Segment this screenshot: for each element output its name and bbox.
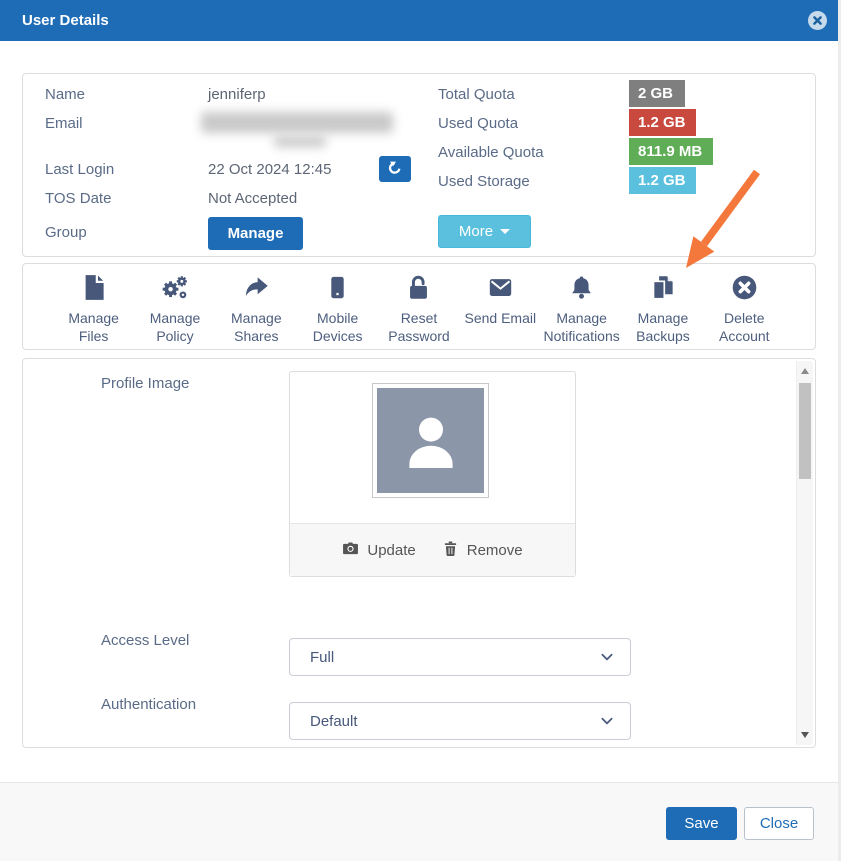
profile-image-label: Profile Image <box>101 375 189 392</box>
toolbar-item-label: Mobile Devices <box>297 309 378 345</box>
profile-image-actions: Update Remove <box>290 523 575 576</box>
chevron-down-icon <box>599 649 615 665</box>
refresh-last-login-button[interactable] <box>379 156 411 182</box>
toolbar-item-label: Reset Password <box>378 309 459 345</box>
copy-pages-icon <box>649 274 676 306</box>
profile-image-frame <box>372 383 489 498</box>
remove-button-label: Remove <box>467 542 523 559</box>
unlock-icon <box>405 274 432 306</box>
envelope-icon <box>487 274 514 306</box>
modal-header: User Details <box>0 0 841 41</box>
used-quota-badge: 1.2 GB <box>629 109 696 136</box>
more-dropdown-button[interactable]: More <box>438 215 531 248</box>
modal-footer: Save Close <box>0 782 841 861</box>
toolbar-item-label: Manage Backups <box>622 309 703 345</box>
file-icon <box>80 274 107 306</box>
remove-profile-image-button[interactable]: Remove <box>442 540 523 561</box>
authentication-label: Authentication <box>101 696 196 713</box>
toolbar-item-label: Send Email <box>465 309 537 327</box>
name-label: Name <box>45 86 85 103</box>
tos-date-label: TOS Date <box>45 190 111 207</box>
toolbar-item-mobile-devices[interactable]: Mobile Devices <box>297 274 378 345</box>
last-login-label: Last Login <box>45 161 114 178</box>
vertical-scrollbar[interactable] <box>796 361 813 745</box>
authentication-value: Default <box>310 713 358 730</box>
toolbar-item-label: Manage Policy <box>134 309 215 345</box>
total-quota-badge: 2 GB <box>629 80 685 107</box>
toolbar-item-manage-backups[interactable]: Manage Backups <box>622 274 703 345</box>
circle-x-icon <box>731 274 758 306</box>
email-value-redacted <box>201 112 393 133</box>
authentication-select[interactable]: Default <box>289 702 631 740</box>
manage-group-button[interactable]: Manage <box>208 217 303 250</box>
toolbar-item-manage-notifications[interactable]: Manage Notifications <box>541 274 622 345</box>
toolbar-item-manage-files[interactable]: Manage Files <box>53 274 134 345</box>
chevron-down-icon <box>599 713 615 729</box>
toolbar-item-label: Manage Notifications <box>541 309 622 345</box>
caret-down-icon <box>500 229 510 234</box>
user-actions-toolbar: Manage Files <box>22 263 816 350</box>
user-details-form-panel: Profile Image Update <box>22 358 816 748</box>
name-value: jenniferp <box>208 86 266 103</box>
toolbar-item-label: Manage Files <box>53 309 134 345</box>
scroll-down-icon[interactable] <box>801 732 809 738</box>
share-arrow-icon <box>243 274 270 306</box>
toolbar-item-send-email[interactable]: Send Email <box>460 274 541 327</box>
email-value-redacted-line2 <box>274 136 326 147</box>
used-storage-badge: 1.2 GB <box>629 167 696 194</box>
available-quota-badge: 811.9 MB <box>629 138 713 165</box>
profile-image-card: Update Remove <box>289 371 576 577</box>
rotate-left-icon <box>387 160 403 179</box>
close-icon[interactable] <box>808 11 827 30</box>
used-quota-label: Used Quota <box>438 115 518 132</box>
toolbar-item-manage-shares[interactable]: Manage Shares <box>216 274 297 345</box>
update-profile-image-button[interactable]: Update <box>342 540 415 561</box>
mobile-icon <box>324 274 351 306</box>
user-info-panel: Name jenniferp Email Last Login 22 Oct 2… <box>22 73 816 257</box>
scrollbar-thumb[interactable] <box>799 383 811 479</box>
last-login-value: 22 Oct 2024 12:45 <box>208 161 331 178</box>
page-title: User Details <box>22 12 808 29</box>
close-button[interactable]: Close <box>744 807 814 840</box>
toolbar-item-label: Delete Account <box>704 309 785 345</box>
used-storage-label: Used Storage <box>438 173 530 190</box>
more-button-label: More <box>459 223 493 240</box>
available-quota-label: Available Quota <box>438 144 544 161</box>
avatar <box>377 388 484 493</box>
update-button-label: Update <box>367 542 415 559</box>
access-level-value: Full <box>310 649 334 666</box>
scroll-up-icon[interactable] <box>801 368 809 374</box>
toolbar-item-delete-account[interactable]: Delete Account <box>704 274 785 345</box>
save-button[interactable]: Save <box>666 807 737 840</box>
toolbar-item-manage-policy[interactable]: Manage Policy <box>134 274 215 345</box>
total-quota-label: Total Quota <box>438 86 515 103</box>
access-level-select[interactable]: Full <box>289 638 631 676</box>
group-label: Group <box>45 224 87 241</box>
email-label: Email <box>45 115 83 132</box>
toolbar-item-label: Manage Shares <box>216 309 297 345</box>
bell-icon <box>568 274 595 306</box>
trash-icon <box>442 540 459 561</box>
gears-icon <box>161 274 188 306</box>
camera-icon <box>342 540 359 561</box>
toolbar-item-reset-password[interactable]: Reset Password <box>378 274 459 345</box>
tos-date-value: Not Accepted <box>208 190 297 207</box>
access-level-label: Access Level <box>101 632 189 649</box>
